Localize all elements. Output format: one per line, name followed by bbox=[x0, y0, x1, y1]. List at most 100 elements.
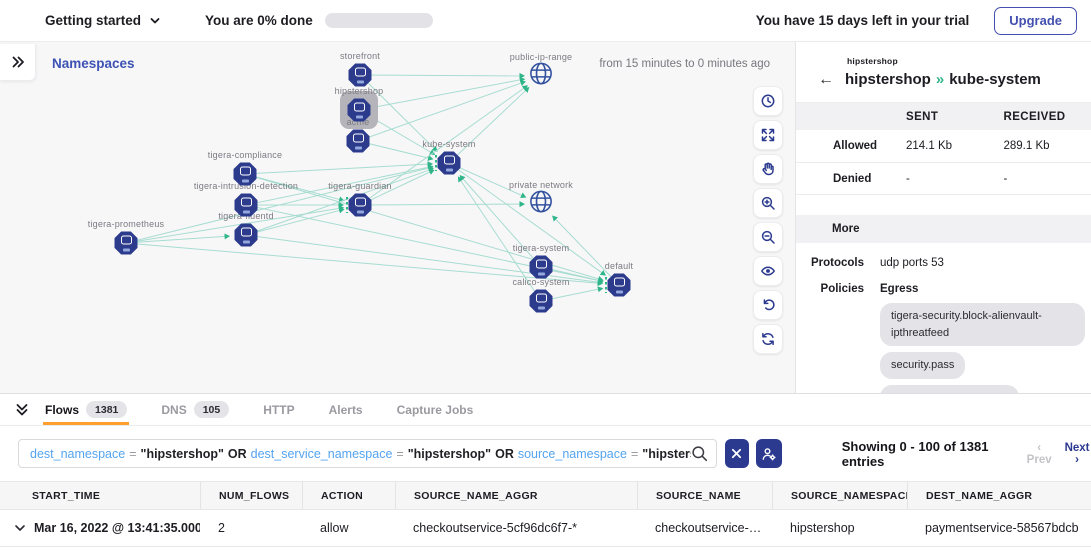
filter-token-val: "hipstershop" bbox=[642, 447, 691, 461]
graph-node-public-ip-range[interactable] bbox=[528, 60, 555, 92]
prev-page-link[interactable]: ‹ Prev bbox=[1025, 442, 1053, 466]
graph-node-label: calico-system bbox=[512, 277, 569, 287]
cell-action: allow bbox=[302, 510, 395, 546]
cell-source_name_aggr: checkoutservice-5cf96dc6f7-* bbox=[395, 510, 637, 546]
namespace-icon bbox=[349, 64, 372, 87]
tab-label: Alerts bbox=[329, 403, 363, 417]
graph-node-label: tigera-prometheus bbox=[88, 219, 164, 229]
protocols-value: udp ports 53 bbox=[880, 257, 1091, 269]
upgrade-button[interactable]: Upgrade bbox=[994, 7, 1077, 35]
expand-row-icon[interactable] bbox=[13, 521, 27, 535]
tab-capture-jobs[interactable]: Capture Jobs bbox=[395, 394, 476, 425]
user-settings-button[interactable] bbox=[756, 439, 782, 468]
refresh-icon bbox=[760, 331, 776, 347]
clear-filter-button[interactable] bbox=[725, 439, 749, 468]
column-header-source_name_aggr: SOURCE_NAME_AGGR bbox=[395, 482, 637, 509]
undo-button[interactable] bbox=[753, 290, 783, 320]
stats-col-received: RECEIVED bbox=[994, 111, 1091, 123]
filter-token-val: "hipstershop" bbox=[408, 447, 491, 461]
policies-group-label: Egress bbox=[880, 283, 1091, 295]
trial-days-text: You have 15 days left in your trial bbox=[756, 13, 970, 28]
back-arrow-icon[interactable]: ← bbox=[818, 72, 834, 88]
visibility-button[interactable] bbox=[753, 256, 783, 286]
collapse-panel-button[interactable] bbox=[14, 394, 32, 425]
expand-side-nav-button[interactable] bbox=[0, 44, 36, 81]
graph-node-private-network[interactable] bbox=[528, 188, 555, 220]
column-header-action: ACTION bbox=[302, 482, 395, 509]
filter-query-text: dest_namespace="hipstershop"ORdest_servi… bbox=[30, 447, 691, 461]
flow-direction-icon: » bbox=[936, 71, 944, 88]
refresh-button[interactable] bbox=[753, 324, 783, 354]
policy-pill-list: tigera-security.block-alienvault-ipthrea… bbox=[880, 303, 1091, 393]
filter-row: dest_namespace="hipstershop"ORdest_servi… bbox=[0, 426, 1091, 481]
tab-label: DNS bbox=[161, 403, 186, 417]
next-page-link[interactable]: Next › bbox=[1063, 442, 1091, 466]
onboarding-progress-text: You are 0% done bbox=[205, 13, 313, 28]
graph-node-tigera-guardian[interactable] bbox=[349, 194, 372, 217]
graph-node-calico-system[interactable] bbox=[530, 290, 553, 313]
filter-query-input[interactable]: dest_namespace="hipstershop"ORdest_servi… bbox=[18, 439, 717, 468]
policy-pill: tigera-security.block-alienvault-ipthrea… bbox=[880, 303, 1085, 346]
namespace-icon bbox=[530, 290, 553, 313]
tab-dns[interactable]: DNS 105 bbox=[159, 394, 231, 425]
tab-http[interactable]: HTTP bbox=[261, 394, 296, 425]
time-range-button[interactable] bbox=[753, 86, 783, 116]
column-header-start_time: START_TIME bbox=[0, 482, 200, 509]
graph-node-label: kube-system bbox=[422, 139, 475, 149]
graph-edge bbox=[360, 204, 524, 205]
graph-node-tigera-fluentd[interactable] bbox=[235, 224, 258, 247]
flows-tabs-bar: Flows1381 DNS 105 HTTP Alerts Capture Jobs bbox=[0, 394, 1091, 426]
graph-node-label: hipstershop bbox=[335, 86, 384, 96]
getting-started-menu[interactable]: Getting started bbox=[45, 13, 161, 28]
graph-node-tigera-compliance[interactable] bbox=[234, 163, 257, 186]
graph-node-acme[interactable] bbox=[347, 130, 370, 153]
cell-source_name: checkoutservice-… bbox=[637, 510, 772, 546]
tab-count-badge: 1381 bbox=[86, 401, 127, 418]
namespace-icon bbox=[347, 130, 370, 153]
zoom-out-button[interactable] bbox=[753, 222, 783, 252]
filter-token-val: "hipstershop" bbox=[141, 447, 224, 461]
graph-toolbar bbox=[753, 86, 783, 354]
graph-node-kube-system[interactable] bbox=[438, 152, 461, 175]
undo-icon bbox=[760, 297, 776, 313]
namespace-icon bbox=[235, 224, 258, 247]
tab-alerts[interactable]: Alerts bbox=[327, 394, 365, 425]
graph-node-label: tigera-compliance bbox=[208, 150, 282, 160]
filter-token-op: = bbox=[631, 447, 638, 461]
service-graph-canvas[interactable]: storefrontpublic-ip-rangehipstershopacme… bbox=[0, 42, 795, 393]
eye-icon bbox=[760, 263, 776, 279]
top-bar: Getting started You are 0% done You have… bbox=[0, 0, 1091, 42]
tab-flows[interactable]: Flows1381 bbox=[43, 394, 129, 425]
flows-section: Flows1381 DNS 105 HTTP Alerts Capture Jobs de… bbox=[0, 393, 1091, 551]
graph-node-hipstershop[interactable] bbox=[348, 99, 371, 122]
graph-node-label: tigera-guardian bbox=[328, 181, 392, 191]
panel-title: hipstershop»kube-system bbox=[845, 71, 1041, 88]
cell-num_flows: 2 bbox=[200, 510, 302, 546]
tab-count-badge: 105 bbox=[194, 401, 230, 418]
graph-node-label: tigera-system bbox=[513, 243, 570, 253]
zoom-in-button[interactable] bbox=[753, 188, 783, 218]
user-gear-icon bbox=[761, 446, 777, 462]
table-row[interactable]: Mar 16, 2022 @ 13:41:35.0002allowcheckou… bbox=[0, 510, 1091, 547]
graph-node-tigera-prometheus[interactable] bbox=[115, 232, 138, 255]
graph-node-tigera-intrusion-detection[interactable] bbox=[235, 194, 258, 217]
namespace-icon bbox=[530, 256, 553, 279]
graph-node-label: storefront bbox=[340, 51, 380, 61]
graph-node-tigera-system[interactable] bbox=[530, 256, 553, 279]
graph-node-storefront[interactable] bbox=[349, 64, 372, 87]
clock-icon bbox=[760, 93, 776, 109]
panel-context-label: hipstershop bbox=[847, 56, 1091, 66]
filter-token-field: source_namespace bbox=[518, 447, 627, 461]
onboarding-progress-bar bbox=[325, 13, 433, 28]
graph-node-default[interactable] bbox=[608, 274, 631, 297]
pan-button[interactable] bbox=[753, 154, 783, 184]
flows-table-header: START_TIMENUM_FLOWSACTIONSOURCE_NAME_AGG… bbox=[0, 481, 1091, 510]
chevron-down-icon bbox=[149, 15, 161, 27]
namespace-icon bbox=[438, 152, 461, 175]
cell-dest_name_aggr: paymentservice-58567bdcb bbox=[907, 510, 1091, 546]
filter-token-field: dest_namespace bbox=[30, 447, 125, 461]
graph-node-label: default bbox=[605, 261, 633, 271]
policy-pill: security.pass bbox=[880, 352, 965, 379]
fit-to-screen-button[interactable] bbox=[753, 120, 783, 150]
stats-row-denied: Denied - - bbox=[796, 163, 1091, 195]
